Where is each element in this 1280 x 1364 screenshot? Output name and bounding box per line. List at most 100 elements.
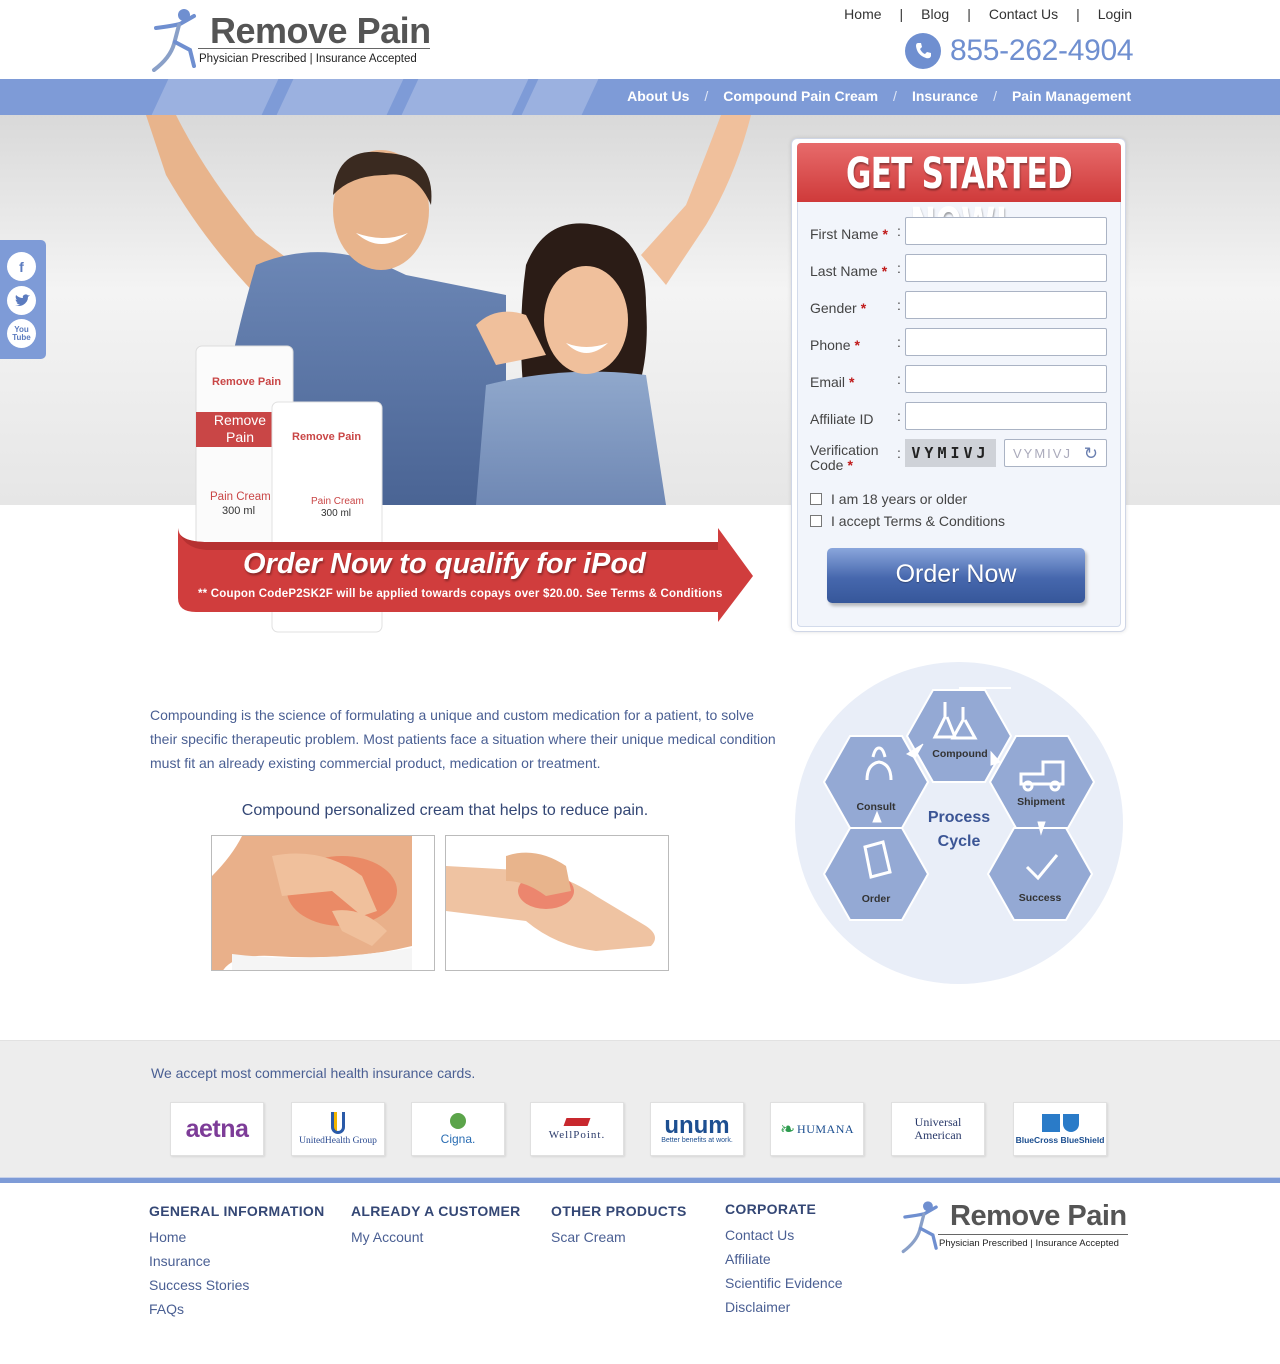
nav-separator: / — [704, 88, 709, 104]
nav-separator: / — [893, 88, 897, 104]
age-checkbox-label: I am 18 years or older — [831, 491, 968, 507]
footer-other-products: OTHER PRODUCTS Scar Cream — [551, 1203, 687, 1249]
affiliate-id-input[interactable] — [905, 402, 1107, 430]
field-first-name: First Name * : — [810, 217, 1110, 245]
cycle-step-success: Success — [1018, 892, 1062, 904]
youtube-icon[interactable]: You Tube — [7, 319, 36, 348]
cycle-step-compound: Compound — [932, 748, 988, 760]
tube-1-band: Remove Pain — [213, 412, 267, 445]
nav-decor-stripe — [151, 79, 279, 115]
footer-link-insurance[interactable]: Insurance — [149, 1249, 325, 1273]
get-started-form: GET STARTED NOW! First Name* : Last Name… — [791, 138, 1126, 632]
footer-logo[interactable]: Remove Pain Physician Prescribed | Insur… — [900, 1198, 1130, 1258]
field-label: Phone * — [810, 337, 860, 353]
field-label: Last Name * — [810, 263, 888, 279]
nav-decor-stripe — [521, 79, 599, 115]
email-input[interactable] — [905, 365, 1107, 393]
unitedhealth-logo: UnitedHealth Group — [291, 1102, 385, 1156]
back-pain-image — [211, 835, 435, 971]
footer-logo-wordmark: Remove Pain — [950, 1200, 1127, 1232]
top-nav-contact[interactable]: Contact Us — [989, 6, 1058, 22]
footer-logo-rule — [938, 1234, 1128, 1235]
nav-about-us[interactable]: About Us — [627, 88, 689, 104]
header: Remove Pain Physician Prescribed | Insur… — [0, 0, 1280, 79]
footer-link-my-account[interactable]: My Account — [351, 1225, 521, 1249]
field-label: Email * — [810, 374, 855, 390]
field-label: Verification Code * — [810, 442, 879, 473]
tube-1-brand: Remove Pain — [212, 376, 282, 388]
logo-rule — [198, 48, 430, 49]
humana-logo: ❧ HUMANA — [770, 1102, 864, 1156]
universal-american-logo: Universal American — [891, 1102, 985, 1156]
footer-link-contact-us[interactable]: Contact Us — [725, 1223, 843, 1247]
promo-ribbon[interactable]: Order Now to qualify for iPod ** Coupon … — [178, 528, 753, 622]
nav-compound-pain-cream[interactable]: Compound Pain Cream — [723, 88, 878, 104]
logo-wordmark: Remove Pain — [210, 10, 431, 51]
facebook-icon[interactable]: f — [7, 252, 36, 281]
top-nav-home[interactable]: Home — [844, 6, 881, 22]
unum-logo: unum Better benefits at work. — [650, 1102, 744, 1156]
last-name-input[interactable] — [905, 254, 1107, 282]
phone-number: 855-262-4904 — [950, 34, 1134, 67]
first-name-input[interactable] — [905, 217, 1107, 245]
footer-already-customer: ALREADY A CUSTOMER My Account — [351, 1203, 521, 1249]
terms-checkbox-row[interactable]: I accept Terms & Conditions — [810, 513, 1005, 529]
captcha-input[interactable]: VYMIVJ ↻ — [1004, 439, 1107, 467]
footer-link-affiliate[interactable]: Affiliate — [725, 1247, 843, 1271]
phone-input[interactable] — [905, 328, 1107, 356]
field-verification: Verification Code * : VYMIVJ VYMIVJ ↻ — [810, 439, 1110, 473]
phone-block[interactable]: 855-262-4904 — [905, 33, 1134, 69]
tube-1-size: 300 ml — [222, 505, 256, 517]
footer-heading: OTHER PRODUCTS — [551, 1203, 687, 1219]
field-label: Affiliate ID — [810, 411, 874, 427]
intro-paragraph: Compounding is the science of formulatin… — [150, 707, 776, 771]
terms-checkbox-label: I accept Terms & Conditions — [831, 513, 1006, 529]
captcha-image: VYMIVJ — [905, 439, 996, 467]
insurance-text: We accept most commercial health insuran… — [151, 1065, 476, 1081]
footer-link-scar-cream[interactable]: Scar Cream — [551, 1225, 687, 1249]
cycle-step-shipment: Shipment — [1017, 796, 1065, 808]
nav-decor-stripe — [276, 79, 404, 115]
footer-link-success-stories[interactable]: Success Stories — [149, 1273, 325, 1297]
wellpoint-logo: WellPoint. — [530, 1102, 624, 1156]
phone-icon — [905, 33, 941, 69]
nav-decor-stripe — [401, 79, 529, 115]
top-nav-blog[interactable]: Blog — [921, 6, 949, 22]
main-nav-bar: About Us / Compound Pain Cream / Insuran… — [0, 79, 1280, 115]
process-cycle-title: Process Cycle — [927, 809, 991, 850]
tube-1-label: Pain Cream — [210, 491, 271, 503]
aetna-logo: aetna — [170, 1102, 264, 1156]
footer-corporate: CORPORATE Contact Us Affiliate Scientifi… — [725, 1201, 843, 1319]
refresh-icon[interactable]: ↻ — [1084, 444, 1100, 464]
footer-link-faqs[interactable]: FAQs — [149, 1297, 325, 1321]
footer-heading: ALREADY A CUSTOMER — [351, 1203, 521, 1219]
nav-insurance[interactable]: Insurance — [912, 88, 978, 104]
wrist-pain-image — [445, 835, 669, 971]
field-phone: Phone * : — [810, 328, 1110, 356]
gender-input[interactable] — [905, 291, 1107, 319]
age-checkbox-row[interactable]: I am 18 years or older — [810, 491, 967, 507]
top-nav-login[interactable]: Login — [1098, 6, 1132, 22]
field-label: Gender * — [810, 300, 867, 316]
promo-headline: Order Now to qualify for iPod — [243, 548, 646, 580]
age-checkbox[interactable] — [810, 493, 822, 505]
captcha-input-text: VYMIVJ — [1013, 445, 1072, 461]
footer-link-disclaimer[interactable]: Disclaimer — [725, 1295, 843, 1319]
bluecross-blueshield-logo: BlueCross BlueShield — [1013, 1102, 1107, 1156]
logo[interactable]: Remove Pain Physician Prescribed | Insur… — [150, 6, 440, 72]
footer-link-home[interactable]: Home — [149, 1225, 325, 1249]
nav-pain-management[interactable]: Pain Management — [1012, 88, 1131, 104]
cigna-logo: Cigna. — [411, 1102, 505, 1156]
cycle-step-order: Order — [861, 893, 891, 905]
main-nav: About Us / Compound Pain Cream / Insuran… — [627, 88, 1131, 104]
terms-checkbox[interactable] — [810, 515, 822, 527]
footer-link-scientific-evidence[interactable]: Scientific Evidence — [725, 1271, 843, 1295]
social-sidebar: f You Tube — [0, 240, 46, 359]
insurance-band: We accept most commercial health insuran… — [0, 1040, 1280, 1177]
twitter-icon[interactable] — [7, 286, 36, 315]
field-gender: Gender * : — [810, 291, 1110, 319]
cycle-step-consult: Consult — [856, 801, 896, 813]
footer-logo-tagline: Physician Prescribed | Insurance Accepte… — [939, 1238, 1119, 1249]
order-now-button[interactable]: Order Now — [827, 548, 1085, 603]
tube-2-brand: Remove Pain — [292, 431, 362, 443]
